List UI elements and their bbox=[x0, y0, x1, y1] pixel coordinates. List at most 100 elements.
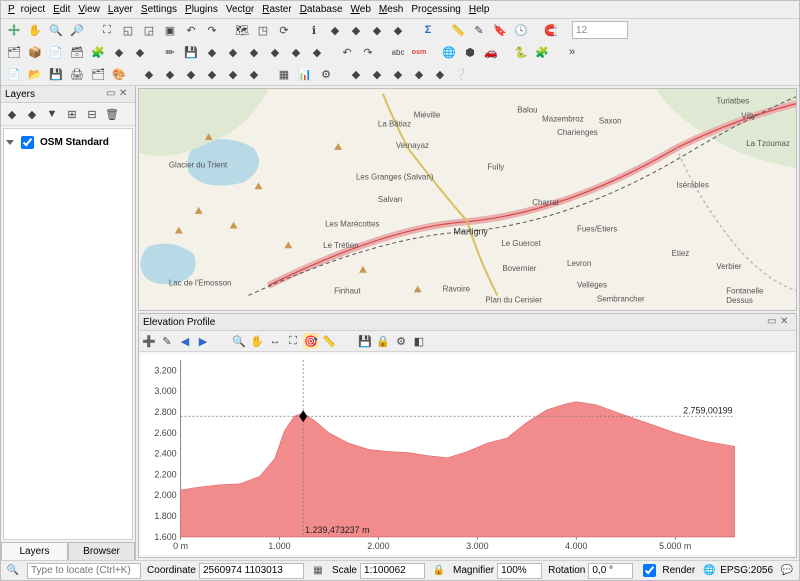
snapping-icon[interactable]: 🧲 bbox=[542, 21, 560, 39]
filter-icon[interactable]: ▼ bbox=[43, 105, 61, 123]
save-edits-icon[interactable]: 💾 bbox=[182, 43, 200, 61]
selection-d-icon[interactable]: ◆ bbox=[203, 65, 221, 83]
elevation-chart[interactable]: 1.6001.8002.0002.2002.4002.6002.8003.000… bbox=[141, 354, 794, 555]
menu-project[interactable]: Project bbox=[5, 3, 48, 16]
zoom-layer-icon[interactable]: ◲ bbox=[140, 21, 158, 39]
new-virtual-icon[interactable]: 🧩 bbox=[89, 43, 107, 61]
zoom-selection-icon[interactable]: ◱ bbox=[119, 21, 137, 39]
crs-label[interactable]: EPSG:2056 bbox=[720, 565, 773, 576]
zoom-full-icon[interactable]: ⛶ bbox=[98, 21, 116, 39]
plugin-b-icon[interactable]: ⬢ bbox=[461, 43, 479, 61]
capture-curve-icon[interactable]: ✎ bbox=[159, 333, 175, 349]
menu-processing[interactable]: Processing bbox=[408, 3, 463, 16]
render-checkbox[interactable] bbox=[643, 564, 656, 577]
layer-b-icon[interactable]: ◆ bbox=[131, 43, 149, 61]
menu-raster[interactable]: Raster bbox=[259, 3, 294, 16]
snapping-profile-icon[interactable]: 🎯 bbox=[303, 333, 319, 349]
digitize-e-icon[interactable]: ◆ bbox=[287, 43, 305, 61]
add-layers-icon[interactable]: ➕ bbox=[141, 333, 157, 349]
identify-profile-icon[interactable]: 🔍 bbox=[231, 333, 247, 349]
proj-open-icon[interactable]: 📂 bbox=[26, 65, 44, 83]
tool-b-icon[interactable]: ◆ bbox=[347, 21, 365, 39]
rotation-field[interactable] bbox=[588, 563, 633, 579]
nav-left-icon[interactable]: ◀ bbox=[177, 333, 193, 349]
digitize-b-icon[interactable]: ◆ bbox=[224, 43, 242, 61]
tool-a-icon[interactable]: ◆ bbox=[326, 21, 344, 39]
expand-icon[interactable]: ⊞ bbox=[63, 105, 81, 123]
python-icon[interactable]: 🐍 bbox=[512, 43, 530, 61]
refresh-icon[interactable]: ⟳ bbox=[275, 21, 293, 39]
new-shapefile-icon[interactable]: 📄 bbox=[47, 43, 65, 61]
zoom-x-icon[interactable]: ↔ bbox=[267, 333, 283, 349]
dock-icon[interactable]: ◧ bbox=[411, 333, 427, 349]
more5-icon[interactable]: ◆ bbox=[410, 65, 428, 83]
lock-icon[interactable]: 🔒 bbox=[375, 333, 391, 349]
close-icon[interactable]: ✕ bbox=[119, 88, 131, 100]
abc-icon[interactable]: abc bbox=[389, 43, 407, 61]
edit-toggle-icon[interactable]: ✏ bbox=[161, 43, 179, 61]
more2-icon[interactable]: ◆ bbox=[347, 65, 365, 83]
redo-icon[interactable]: ↷ bbox=[359, 43, 377, 61]
stats-icon[interactable]: Σ bbox=[419, 21, 437, 39]
digitize-a-icon[interactable]: ◆ bbox=[203, 43, 221, 61]
layer-a-icon[interactable]: ◆ bbox=[110, 43, 128, 61]
layer-tb-a-icon[interactable]: ◆ bbox=[3, 105, 21, 123]
menu-plugins[interactable]: Plugins bbox=[182, 3, 221, 16]
tab-layers[interactable]: Layers bbox=[1, 542, 68, 560]
measure-icon[interactable]: 📏 bbox=[449, 21, 467, 39]
new-3d-icon[interactable]: ◳ bbox=[254, 21, 272, 39]
tool-d-icon[interactable]: ◆ bbox=[389, 21, 407, 39]
layer-visibility-checkbox[interactable] bbox=[21, 136, 34, 149]
selection-e-icon[interactable]: ◆ bbox=[224, 65, 242, 83]
proj-new-icon[interactable]: 📄 bbox=[5, 65, 23, 83]
layout-icon[interactable]: 🖨 bbox=[68, 65, 86, 83]
osm-icon[interactable]: osm bbox=[410, 43, 428, 61]
map-canvas[interactable]: Martigny La Bâtiaz Vernayaz Les Granges … bbox=[138, 88, 797, 311]
tab-browser[interactable]: Browser bbox=[68, 542, 135, 560]
menu-edit[interactable]: Edit bbox=[50, 3, 73, 16]
more-icon[interactable]: » bbox=[563, 43, 581, 61]
menu-web[interactable]: Web bbox=[348, 3, 374, 16]
identify-icon[interactable]: ℹ bbox=[305, 21, 323, 39]
plugin-c-icon[interactable]: 🚗 bbox=[482, 43, 500, 61]
extents-icon[interactable]: ▦ bbox=[310, 563, 326, 579]
measure-profile-icon[interactable]: 📏 bbox=[321, 333, 337, 349]
more3-icon[interactable]: ◆ bbox=[368, 65, 386, 83]
messages-icon[interactable]: 💬 bbox=[779, 563, 795, 579]
layout-mgr-icon[interactable]: 🗂 bbox=[89, 65, 107, 83]
remove-layer-icon[interactable]: 🗑 bbox=[103, 105, 121, 123]
help-icon[interactable]: ❔ bbox=[452, 65, 470, 83]
tool-c-icon[interactable]: ◆ bbox=[368, 21, 386, 39]
layer-tb-b-icon[interactable]: ◆ bbox=[23, 105, 41, 123]
digitize-f-icon[interactable]: ◆ bbox=[308, 43, 326, 61]
menu-view[interactable]: View bbox=[75, 3, 103, 16]
more4-icon[interactable]: ◆ bbox=[389, 65, 407, 83]
menu-vector[interactable]: Vector bbox=[223, 3, 257, 16]
layers-tree[interactable]: OSM Standard bbox=[3, 128, 133, 540]
menu-database[interactable]: Database bbox=[297, 3, 346, 16]
scale-field[interactable] bbox=[360, 563, 425, 579]
selection-f-icon[interactable]: ◆ bbox=[245, 65, 263, 83]
attr-table-icon[interactable]: ▦ bbox=[275, 65, 293, 83]
undock-icon[interactable]: ▭ bbox=[767, 316, 779, 328]
zoom-in-icon[interactable]: 🔍 bbox=[47, 21, 65, 39]
export-icon[interactable]: 💾 bbox=[357, 333, 373, 349]
selection-c-icon[interactable]: ◆ bbox=[182, 65, 200, 83]
lock-scale-icon[interactable]: 🔒 bbox=[431, 563, 447, 579]
proj-save-icon[interactable]: 💾 bbox=[47, 65, 65, 83]
expand-toggle-icon[interactable] bbox=[6, 140, 14, 145]
temporal-icon[interactable]: 🕓 bbox=[512, 21, 530, 39]
field-calc-icon[interactable]: 📊 bbox=[296, 65, 314, 83]
new-spatialite-icon[interactable]: 🗃 bbox=[68, 43, 86, 61]
menu-layer[interactable]: Layer bbox=[105, 3, 136, 16]
more6-icon[interactable]: ◆ bbox=[431, 65, 449, 83]
search-icon[interactable]: 🔍 bbox=[5, 563, 21, 579]
pan-selection-icon[interactable]: ✋ bbox=[26, 21, 44, 39]
plugins-manage-icon[interactable]: 🧩 bbox=[533, 43, 551, 61]
open-datasource-icon[interactable]: 🗂 bbox=[5, 43, 23, 61]
processing-icon[interactable]: ⚙ bbox=[317, 65, 335, 83]
selection-a-icon[interactable]: ◆ bbox=[140, 65, 158, 83]
digitize-d-icon[interactable]: ◆ bbox=[266, 43, 284, 61]
zoom-next-icon[interactable]: ↷ bbox=[203, 21, 221, 39]
locator-input[interactable] bbox=[27, 563, 141, 579]
